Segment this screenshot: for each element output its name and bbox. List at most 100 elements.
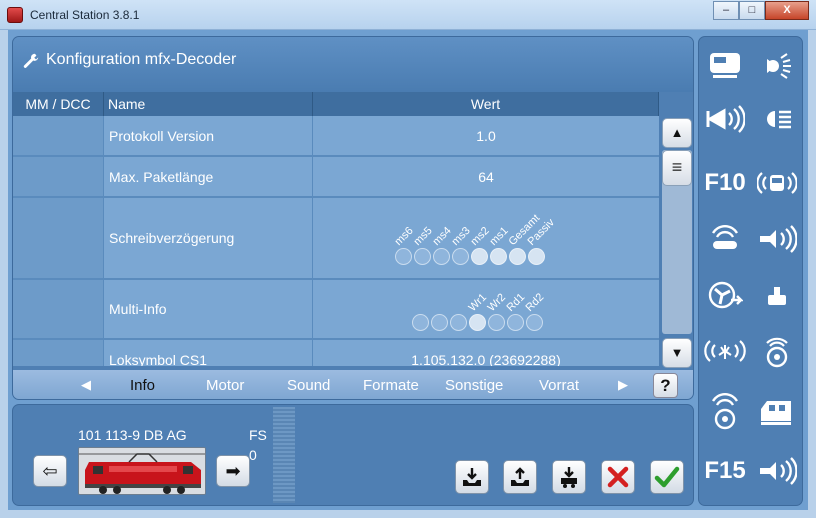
bit-toggle[interactable] bbox=[450, 314, 467, 331]
help-button[interactable]: ? bbox=[653, 373, 678, 398]
column-headers: MM / DCC Name Wert bbox=[13, 92, 659, 116]
table-row[interactable]: Multi-Info Wr1 Wr2 Rd1 Rd2 bbox=[13, 280, 659, 340]
bit-toggle[interactable] bbox=[414, 248, 431, 265]
bit-selector-schreibverzoegerung[interactable]: ms6 ms5 ms4 ms3 ms2 ms1 Gesamt Passiv bbox=[313, 198, 659, 278]
table-row[interactable]: Schreibverzögerung ms6 ms5 ms4 ms3 ms2 ms1 Ges… bbox=[13, 198, 659, 280]
bit-toggle[interactable] bbox=[507, 314, 524, 331]
high-beam-icon bbox=[767, 110, 791, 129]
config-panel: Konfiguration mfx-Decoder MM / DCC Name … bbox=[12, 36, 694, 400]
function-button-f14[interactable] bbox=[755, 389, 799, 433]
function-button-f7[interactable] bbox=[755, 217, 799, 261]
minimize-button[interactable]: – bbox=[713, 1, 739, 20]
bit-toggle[interactable] bbox=[452, 248, 469, 265]
bit-toggle[interactable] bbox=[526, 314, 543, 331]
function-button-f0[interactable] bbox=[703, 43, 747, 87]
row-value: 1.105.132.0 (23692288) bbox=[411, 351, 561, 367]
loco-image[interactable] bbox=[78, 447, 206, 495]
function-button-f12[interactable] bbox=[755, 329, 799, 373]
scroll-thumb[interactable]: ≡ bbox=[662, 150, 692, 186]
fs-value: 0 bbox=[249, 447, 257, 463]
function-button-f13[interactable] bbox=[703, 389, 747, 433]
tab-prev-arrow[interactable]: ◀ bbox=[81, 377, 91, 393]
function-button-f3[interactable] bbox=[755, 97, 799, 141]
column-header-name[interactable]: Name bbox=[104, 92, 313, 116]
horn-sound-icon bbox=[706, 105, 745, 133]
headlight-icon bbox=[767, 53, 791, 79]
bit-toggle[interactable] bbox=[490, 248, 507, 265]
table-row[interactable]: Protokoll Version 1.0 bbox=[13, 116, 659, 157]
bit-toggle[interactable] bbox=[433, 248, 450, 265]
tab-next-arrow[interactable]: ▶ bbox=[618, 377, 628, 393]
scroll-down-button[interactable]: ▼ bbox=[662, 338, 692, 368]
function-button-f15[interactable]: F15 bbox=[703, 449, 747, 493]
row-name: Schreibverzögerung bbox=[104, 198, 313, 278]
loco-control-panel: 101 113-9 DB AG FS 0 ⇦ ➡ bbox=[12, 404, 694, 506]
bit-selector-multi-info[interactable]: Wr1 Wr2 Rd1 Rd2 bbox=[313, 280, 659, 338]
function-button-f1[interactable] bbox=[755, 43, 799, 87]
column-header-mm-dcc[interactable]: MM / DCC bbox=[13, 92, 104, 116]
bit-toggle[interactable] bbox=[528, 248, 545, 265]
locomotive-icon bbox=[79, 448, 205, 494]
panel-title: Konfiguration mfx-Decoder bbox=[46, 51, 237, 68]
prev-loco-button[interactable]: ⇦ bbox=[33, 455, 67, 487]
column-header-wert[interactable]: Wert bbox=[313, 92, 659, 116]
tab-sound[interactable]: Sound bbox=[287, 377, 330, 394]
scrollbar[interactable]: ▲ ≡ ▼ bbox=[659, 116, 693, 368]
tab-sonstige[interactable]: Sonstige bbox=[445, 377, 503, 394]
scroll-track[interactable]: ≡ bbox=[662, 150, 692, 334]
scroll-up-button[interactable]: ▲ bbox=[662, 118, 692, 148]
config-table: Protokoll Version 1.0 Max. Paketlänge 64… bbox=[13, 116, 659, 366]
ok-button[interactable] bbox=[650, 460, 684, 494]
cancel-button[interactable] bbox=[601, 460, 635, 494]
function-button-f2[interactable] bbox=[703, 97, 747, 141]
tab-motor[interactable]: Motor bbox=[206, 377, 244, 394]
function-button-f5[interactable] bbox=[755, 161, 799, 205]
bit-toggle[interactable] bbox=[469, 314, 486, 331]
close-button[interactable]: X bbox=[765, 1, 809, 20]
function-panel: F10 F15 bbox=[698, 36, 803, 506]
f10-label: F10 bbox=[704, 169, 746, 196]
fs-label: FS bbox=[249, 427, 267, 443]
bit-label: Rd1 bbox=[504, 291, 528, 314]
bit-toggle[interactable] bbox=[509, 248, 526, 265]
table-row[interactable]: Max. Paketlänge 64 bbox=[13, 157, 659, 198]
cancel-x-icon bbox=[607, 466, 629, 488]
read-from-decoder-button[interactable] bbox=[455, 460, 489, 494]
bit-label: ms6 bbox=[392, 224, 416, 248]
sand-sound-icon bbox=[704, 340, 746, 362]
function-button-f8[interactable] bbox=[703, 273, 747, 317]
tab-info[interactable]: Info bbox=[130, 377, 155, 394]
tab-vorrat[interactable]: Vorrat bbox=[539, 377, 579, 394]
speed-slider[interactable] bbox=[273, 407, 295, 503]
bit-label: ms2 bbox=[468, 224, 492, 248]
horn-icon bbox=[760, 225, 797, 253]
function-button-f9[interactable] bbox=[755, 273, 799, 317]
bit-toggle[interactable] bbox=[395, 248, 412, 265]
function-button-f6[interactable] bbox=[703, 217, 747, 261]
loco-name: 101 113-9 DB AG bbox=[78, 427, 187, 443]
bit-toggle[interactable] bbox=[488, 314, 505, 331]
write-to-decoder-button[interactable] bbox=[503, 460, 537, 494]
title-bar: Central Station 3.8.1 – □ X bbox=[0, 0, 816, 30]
function-button-f11[interactable] bbox=[703, 329, 747, 373]
bit-toggle[interactable] bbox=[431, 314, 448, 331]
coupler-icon bbox=[768, 287, 786, 305]
bit-toggle[interactable] bbox=[471, 248, 488, 265]
maximize-button[interactable]: □ bbox=[739, 1, 765, 20]
function-button-f16[interactable] bbox=[755, 449, 799, 493]
next-loco-button[interactable]: ➡ bbox=[216, 455, 250, 487]
bit-label: ms3 bbox=[449, 224, 473, 248]
read-loco-button[interactable] bbox=[552, 460, 586, 494]
row-name: Max. Paketlänge bbox=[104, 157, 313, 196]
download-loco-icon bbox=[561, 467, 577, 488]
bit-toggle[interactable] bbox=[412, 314, 429, 331]
function-button-f10[interactable]: F10 bbox=[703, 161, 747, 205]
app-icon bbox=[7, 7, 23, 23]
table-row[interactable]: Loksymbol CS1 1.105.132.0 (23692288) bbox=[13, 340, 659, 366]
tab-formate[interactable]: Formate bbox=[363, 377, 419, 394]
horn2-icon bbox=[760, 457, 797, 485]
window-title: Central Station 3.8.1 bbox=[30, 8, 140, 22]
bit-label: ms5 bbox=[411, 224, 435, 248]
row-name: Multi-Info bbox=[104, 280, 313, 338]
vehicle-sound-icon bbox=[757, 172, 797, 194]
